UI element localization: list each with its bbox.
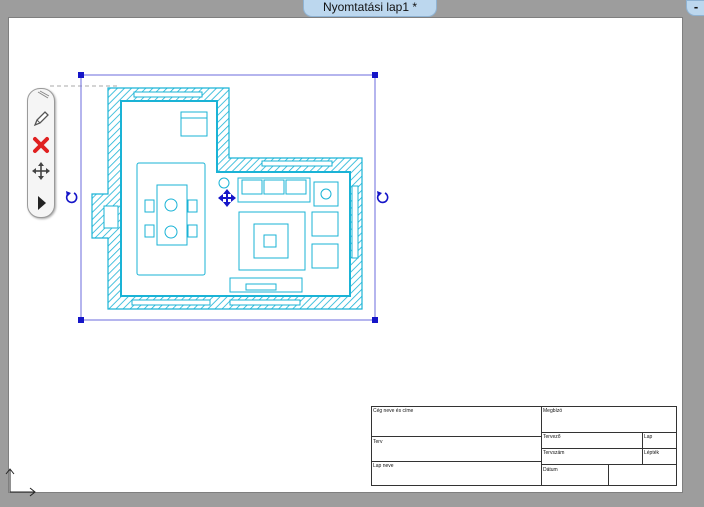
company-label: Cég neve és címe [373,408,414,414]
drawing-name-label: Lap neve [373,463,394,469]
date-label: Dátum [543,467,558,473]
resize-handle-bottom-left[interactable] [78,317,84,323]
resize-handle-top-left[interactable] [78,72,84,78]
rotate-right-icon[interactable] [375,190,389,204]
close-icon [33,137,49,153]
scale-label: Lépték [644,450,660,456]
pencil-icon [33,111,49,127]
approved-label: Tervszám [543,450,565,456]
resize-handle-top-right[interactable] [372,72,378,78]
edit-button[interactable] [31,109,51,129]
toolbar-grip-icon[interactable] [36,90,50,100]
play-icon [38,196,46,210]
designer-label: Tervező [543,434,561,440]
move-button[interactable] [31,161,51,181]
title-block: Cég neve és címe Megbízó Terv Tervező La… [371,406,677,486]
origin-axes-icon [5,468,36,497]
sheet-label: Lap [644,434,653,440]
floating-edit-toolbar [27,88,55,218]
move-icon [32,162,50,180]
client-label: Megbízó [543,408,563,414]
resize-handle-bottom-right[interactable] [372,317,378,323]
project-label: Terv [373,439,383,445]
expand-button[interactable] [31,193,51,213]
rotate-left-icon[interactable] [64,190,78,204]
delete-button[interactable] [31,135,51,155]
